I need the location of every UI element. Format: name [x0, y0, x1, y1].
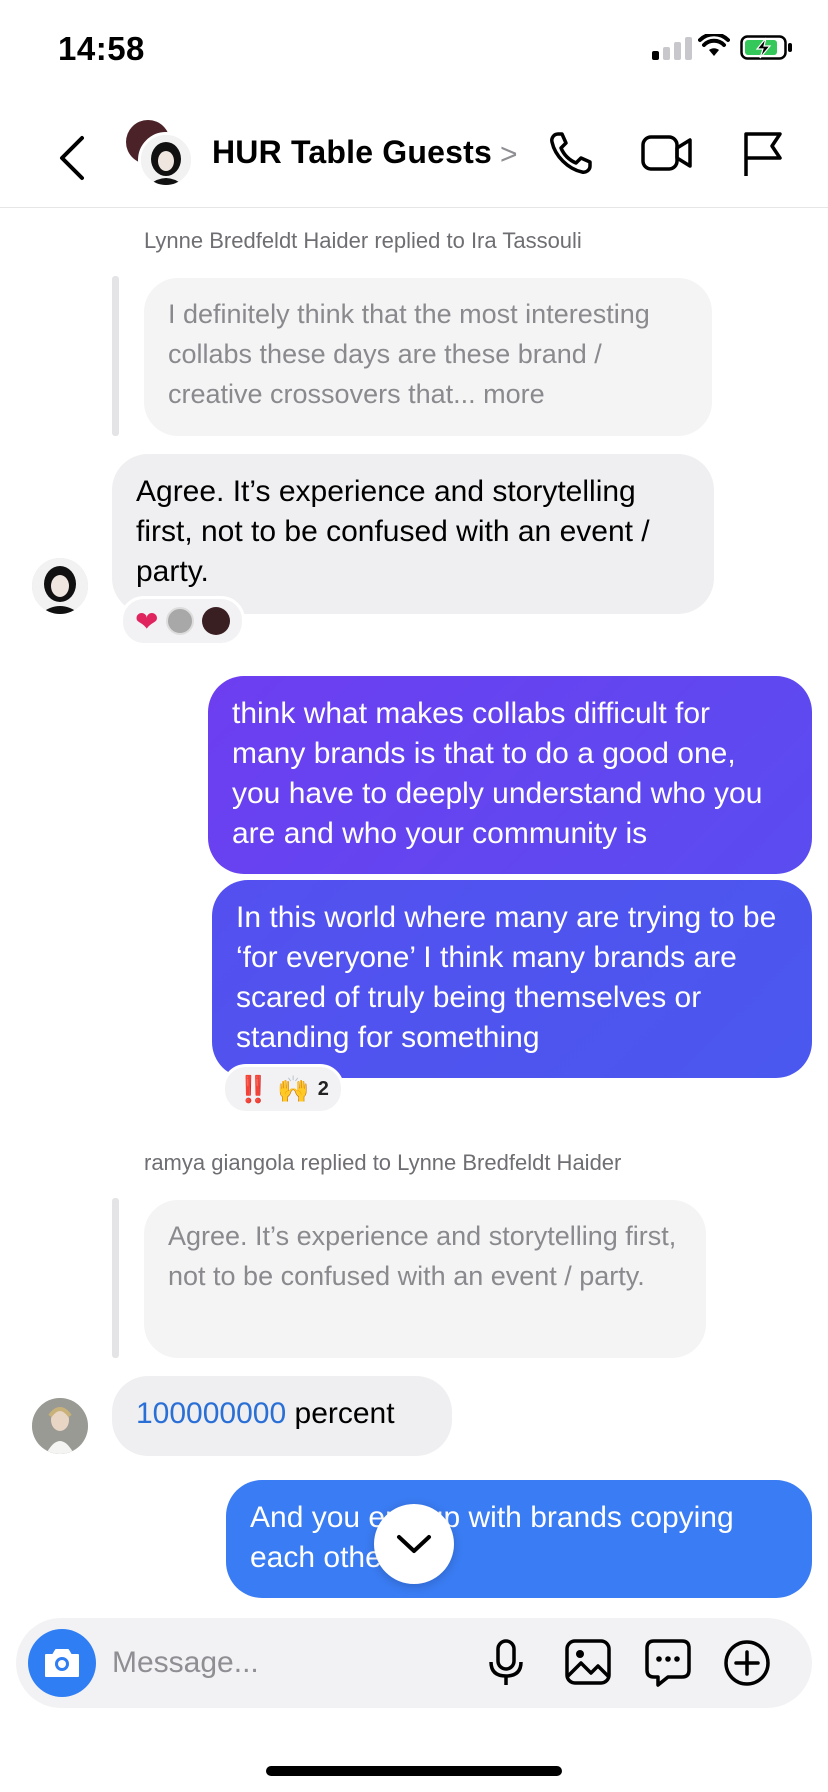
avatar-primary: [138, 132, 194, 188]
raised-hands-reaction: 🙌: [277, 1073, 310, 1104]
phone-icon[interactable]: [546, 128, 596, 178]
chevron-down-icon: [397, 1535, 431, 1553]
reactor-avatar: [166, 607, 195, 635]
status-time: 14:58: [58, 30, 145, 67]
quoted-message[interactable]: I definitely think that the most interes…: [144, 278, 712, 436]
double-exclamation-reaction: ‼️: [237, 1073, 270, 1104]
camera-button[interactable]: [28, 1629, 96, 1697]
back-chevron-icon[interactable]: [52, 130, 92, 186]
message-reactions[interactable]: ❤: [120, 596, 246, 646]
flag-icon[interactable]: [740, 128, 784, 178]
message-bubble-outgoing[interactable]: And you end up with brands copying each …: [226, 1480, 812, 1598]
message-bubble-outgoing[interactable]: In this world where many are trying to b…: [212, 880, 812, 1078]
message-composer: [16, 1618, 812, 1708]
sticker-chat-icon[interactable]: [644, 1638, 692, 1688]
number-link[interactable]: 100000000: [136, 1397, 286, 1430]
heart-reaction-icon: ❤: [135, 605, 159, 637]
message-reactions[interactable]: ‼️ 🙌 2: [222, 1064, 344, 1114]
scroll-to-bottom-button[interactable]: [374, 1504, 454, 1584]
message-bubble-outgoing[interactable]: think what makes collabs difficult for m…: [208, 676, 812, 874]
sender-avatar[interactable]: [32, 1398, 88, 1454]
plus-circle-icon[interactable]: [722, 1638, 772, 1688]
video-icon[interactable]: [640, 128, 694, 178]
message-bubble-incoming[interactable]: 100000000 percent: [112, 1376, 452, 1456]
message-text: percent: [286, 1397, 395, 1430]
home-indicator: [266, 1766, 562, 1776]
cellular-signal-icon: [652, 36, 692, 60]
battery-charging-icon: [740, 35, 792, 60]
quote-bar: [112, 1198, 119, 1358]
chat-title[interactable]: HUR Table Guests: [212, 134, 492, 171]
reply-meta: Lynne Bredfeldt Haider replied to Ira Ta…: [144, 228, 582, 253]
quoted-message[interactable]: Agree. It’s experience and storytelling …: [144, 1200, 706, 1358]
sender-avatar[interactable]: [32, 558, 88, 614]
group-avatar[interactable]: [126, 120, 194, 192]
gallery-icon[interactable]: [564, 1638, 612, 1686]
reactor-avatar: [202, 607, 231, 635]
reaction-count: 2: [317, 1077, 329, 1100]
message-input[interactable]: [112, 1638, 412, 1688]
message-bubble-incoming[interactable]: Agree. It’s experience and storytelling …: [112, 454, 714, 614]
microphone-icon[interactable]: [486, 1638, 526, 1688]
quote-bar: [112, 276, 119, 436]
chat-header: HUR Table Guests >: [0, 108, 828, 208]
camera-icon: [45, 1649, 79, 1677]
status-bar: 14:58: [0, 0, 828, 100]
title-chevron-icon[interactable]: >: [500, 138, 518, 172]
reply-meta: ramya giangola replied to Lynne Bredfeld…: [144, 1150, 622, 1175]
wifi-icon: [698, 34, 730, 56]
